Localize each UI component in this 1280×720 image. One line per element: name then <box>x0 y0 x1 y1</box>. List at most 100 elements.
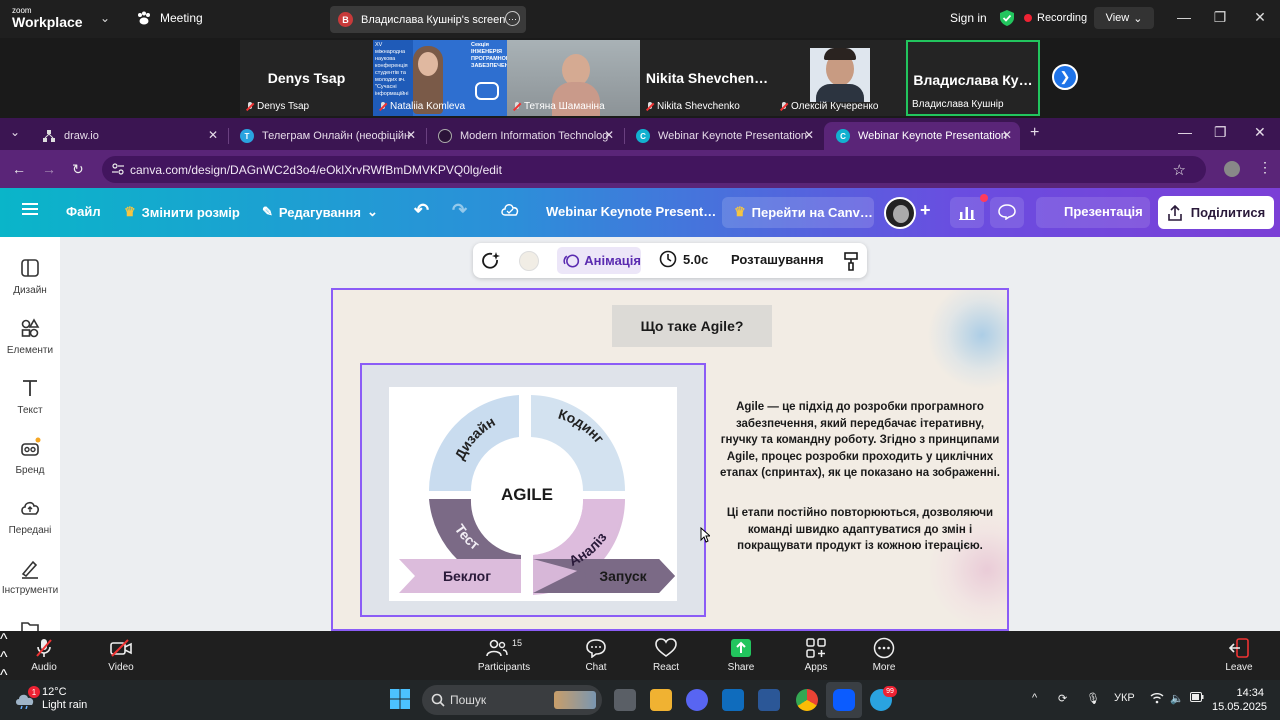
weather-widget[interactable]: 12°C Light rain <box>42 686 87 712</box>
more-button[interactable]: More <box>868 637 900 673</box>
redo-icon[interactable]: ↷ <box>452 200 467 221</box>
tab-search-chevron-icon[interactable]: ⌄ <box>10 125 24 143</box>
document-title[interactable]: Webinar Keynote Present… <box>546 204 716 219</box>
battery-icon[interactable] <box>1190 692 1204 702</box>
minimize-window-icon[interactable]: — <box>1174 9 1194 25</box>
sidebar-item-elements[interactable]: Елементи <box>0 317 60 356</box>
reload-icon[interactable]: ↻ <box>72 161 84 178</box>
sidebar-item-design[interactable]: Дизайн <box>0 257 60 296</box>
bookmark-star-icon[interactable]: ☆ <box>1173 161 1186 179</box>
screen-share-indicator[interactable]: B Владислава Кушнір's screen ··· <box>330 6 526 33</box>
taskbar-discord-icon[interactable] <box>686 689 708 711</box>
duration-button[interactable]: 5.0с <box>659 250 708 268</box>
slide-canvas[interactable]: Що таке Agile? AGILE Дизайн Кодинг Тест … <box>331 288 1009 631</box>
color-swatch[interactable] <box>519 251 539 271</box>
browser-menu-icon[interactable]: ⋮ <box>1258 159 1272 176</box>
taskbar-zoom-icon[interactable] <box>833 689 855 711</box>
sign-in-link[interactable]: Sign in <box>950 11 987 25</box>
recording-indicator[interactable]: Recording <box>1024 12 1087 24</box>
windows-start-icon[interactable] <box>390 689 410 709</box>
sidebar-item-uploads[interactable]: Передані <box>0 497 60 536</box>
cloud-saved-icon[interactable] <box>500 202 520 216</box>
taskbar-store-icon[interactable] <box>758 689 780 711</box>
slide-paragraph-iterations[interactable]: Ці етапи постійно повторюються, дозволяю… <box>716 505 1004 555</box>
editing-mode-dropdown[interactable]: ✎ Редагування ⌄ <box>262 204 378 220</box>
forward-arrow-icon[interactable]: → <box>42 161 56 177</box>
tab-canva-presentation-active[interactable]: C Webinar Keynote Presentation ✕ <box>824 122 1020 150</box>
keyboard-language[interactable]: УКР <box>1114 692 1135 704</box>
close-tab-icon[interactable]: ✕ <box>604 128 614 142</box>
taskbar-chrome-icon[interactable] <box>796 689 818 711</box>
search-highlight-image <box>554 691 596 709</box>
maximize-window-icon[interactable]: ❐ <box>1210 9 1230 26</box>
next-page-arrow-icon[interactable]: ❯ <box>1052 64 1078 90</box>
file-menu[interactable]: Файл <box>66 204 101 219</box>
user-avatar[interactable] <box>884 197 916 229</box>
taskbar-file-explorer-icon[interactable] <box>650 689 672 711</box>
format-painter-icon[interactable] <box>843 251 859 271</box>
app-menu-chevron-icon[interactable]: ⌄ <box>100 11 110 25</box>
browser-close-icon[interactable]: ✕ <box>1254 124 1266 141</box>
position-button[interactable]: Розташування <box>731 252 824 267</box>
tab-drawio[interactable]: draw.io ✕ <box>30 122 226 150</box>
taskbar-task-view-icon[interactable] <box>614 689 636 711</box>
browser-maximize-icon[interactable]: ❐ <box>1214 124 1227 141</box>
apps-button[interactable]: Apps <box>800 637 832 673</box>
participant-tile[interactable]: Nikita Shevchen… Nikita Shevchenko <box>640 40 774 116</box>
volume-icon[interactable]: 🔈 <box>1170 692 1184 705</box>
ai-edit-sparkle-icon[interactable] <box>481 251 501 271</box>
new-tab-plus-icon[interactable]: + <box>1030 124 1039 142</box>
undo-icon[interactable]: ↶ <box>414 200 429 221</box>
add-collaborator-plus-icon[interactable]: + <box>920 200 931 221</box>
chat-button[interactable]: Chat <box>580 637 612 673</box>
participant-tile[interactable]: Denys Tsap Denys Tsap <box>240 40 373 116</box>
taskbar-outlook-icon[interactable] <box>722 689 744 711</box>
security-shield-icon[interactable] <box>1000 10 1014 26</box>
participant-tile[interactable]: Олексій Кучеренко <box>774 40 907 116</box>
sidebar-item-text[interactable]: Текст <box>0 377 60 416</box>
view-button[interactable]: View ⌄ <box>1094 7 1154 29</box>
slide-title[interactable]: Що таке Agile? <box>612 305 772 347</box>
present-label: Презентація <box>1064 204 1143 219</box>
tab-canva-presentation[interactable]: C Webinar Keynote Presentation ✕ <box>624 122 822 150</box>
tab-telegram[interactable]: T Телеграм Онлайн (неофіційн ✕ <box>228 122 424 150</box>
browser-minimize-icon[interactable]: — <box>1178 124 1192 140</box>
participant-tile-active-speaker[interactable]: Владислава Ку… Владислава Кушнір <box>906 40 1040 116</box>
close-tab-icon[interactable]: ✕ <box>1002 128 1012 142</box>
tray-overflow-chevron-icon[interactable]: ^ <box>1032 692 1037 704</box>
tray-microphone-icon[interactable]: 🎙 <box>1086 692 1100 705</box>
hamburger-menu-icon[interactable] <box>22 202 38 216</box>
audio-button[interactable]: Audio <box>28 637 60 673</box>
react-button[interactable]: React <box>650 637 682 673</box>
resize-button[interactable]: ♛ Змінити розмір <box>124 204 240 220</box>
site-info-icon[interactable] <box>112 163 124 175</box>
participants-button[interactable]: 15 Participants <box>474 637 534 673</box>
close-tab-icon[interactable]: ✕ <box>406 128 416 142</box>
animation-button[interactable]: Анімація <box>557 247 641 274</box>
video-button[interactable]: Video <box>104 637 138 673</box>
leave-meeting-button[interactable]: Leave <box>1222 637 1256 673</box>
tab-github[interactable]: Modern Information Technolog ✕ <box>426 122 622 150</box>
agile-diagram-frame[interactable]: AGILE Дизайн Кодинг Тест Аналіз Беклог З… <box>360 363 706 617</box>
sidebar-item-tools[interactable]: Інструменти <box>0 557 60 596</box>
profile-avatar[interactable] <box>1224 161 1240 177</box>
participant-tile[interactable]: XV міжнародна наукова конференція студентів… <box>373 40 507 116</box>
back-arrow-icon[interactable]: ← <box>12 161 26 177</box>
wifi-icon[interactable] <box>1150 692 1164 704</box>
taskbar-search[interactable]: Пошук <box>422 685 602 715</box>
close-tab-icon[interactable]: ✕ <box>208 128 218 142</box>
sidebar-item-brand[interactable]: Бренд <box>0 437 60 476</box>
close-tab-icon[interactable]: ✕ <box>804 128 814 142</box>
more-options-icon[interactable]: ··· <box>505 11 520 26</box>
slide-paragraph-intro[interactable]: Agile — це підхід до розробки програмног… <box>716 399 1004 482</box>
meeting-menu[interactable]: Meeting <box>136 11 203 25</box>
participant-tile[interactable]: Тетяна Шаманіна <box>507 40 640 116</box>
taskbar-clock[interactable]: 14:34 15.05.2025 <box>1212 686 1267 714</box>
video-options-chevron-icon[interactable]: ^ <box>0 649 1280 667</box>
audio-options-chevron-icon[interactable]: ^ <box>0 631 1280 649</box>
close-window-icon[interactable]: ✕ <box>1250 9 1270 26</box>
share-button[interactable]: Поділитися <box>1158 196 1274 229</box>
share-screen-button[interactable]: Share <box>724 637 758 673</box>
address-bar[interactable]: canva.com/design/DAGnWC2d3o4/eOklXrvRWfB… <box>102 156 1206 183</box>
tray-sync-icon[interactable]: ⟳ <box>1058 692 1067 705</box>
